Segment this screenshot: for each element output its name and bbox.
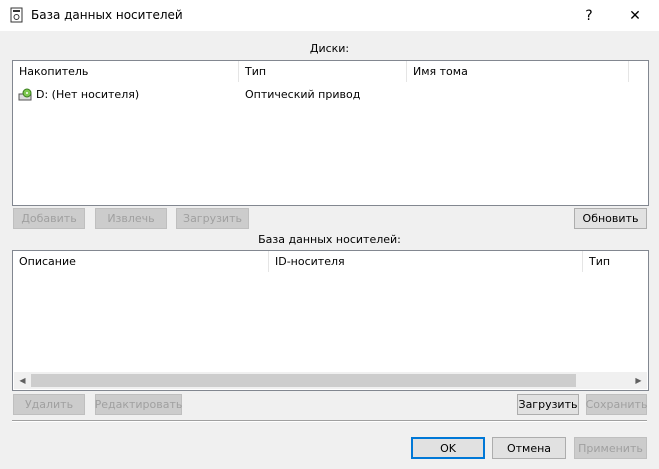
window-title: База данных носителей <box>31 8 183 22</box>
scroll-right-icon[interactable]: ▶ <box>630 372 647 389</box>
title-bar: База данных носителей ? ✕ <box>0 0 659 31</box>
column-header-type[interactable]: Тип <box>239 61 407 82</box>
column-header-drive[interactable]: Накопитель <box>13 61 239 82</box>
delete-button[interactable]: Удалить <box>13 394 85 415</box>
column-header-media-id[interactable]: ID-носителя <box>269 251 583 272</box>
apply-button[interactable]: Применить <box>574 437 647 459</box>
scrollbar-thumb[interactable] <box>31 374 576 387</box>
disks-list[interactable]: Накопитель Тип Имя тома D: (Нет носителя… <box>12 60 649 206</box>
app-icon <box>9 7 25 23</box>
media-db-list-header: Описание ID-носителя Тип <box>13 251 648 272</box>
disks-list-header: Накопитель Тип Имя тома <box>13 61 648 82</box>
ok-button[interactable]: OK <box>411 437 485 459</box>
media-load-button[interactable]: Загрузить <box>517 394 579 415</box>
column-header-description[interactable]: Описание <box>13 251 269 272</box>
media-db-section-label: База данных носителей: <box>258 233 401 246</box>
edit-button[interactable]: Редактировать <box>95 394 182 415</box>
drive-name: D: (Нет носителя) <box>36 88 140 101</box>
close-button[interactable]: ✕ <box>612 0 658 31</box>
scroll-left-icon[interactable]: ◀ <box>14 372 31 389</box>
disk-load-button[interactable]: Загрузить <box>176 208 249 229</box>
separator <box>12 420 647 422</box>
disks-section-label: Диски: <box>309 42 350 55</box>
column-header-media-type[interactable]: Тип <box>583 251 646 272</box>
optical-drive-icon <box>18 87 34 103</box>
save-button[interactable]: Сохранить <box>586 394 647 415</box>
list-item[interactable]: D: (Нет носителя) Оптический привод <box>13 85 648 105</box>
horizontal-scrollbar[interactable]: ◀ ▶ <box>14 372 647 389</box>
eject-button[interactable]: Извлечь <box>95 208 167 229</box>
close-icon: ✕ <box>629 7 641 24</box>
column-header-volume[interactable]: Имя тома <box>407 61 629 82</box>
drive-type: Оптический привод <box>245 88 361 101</box>
cancel-button[interactable]: Отмена <box>492 437 566 459</box>
help-button[interactable]: ? <box>566 0 612 31</box>
add-button[interactable]: Добавить <box>13 208 85 229</box>
refresh-button[interactable]: Обновить <box>574 208 647 229</box>
media-db-list[interactable]: Описание ID-носителя Тип ◀ ▶ <box>12 250 649 391</box>
